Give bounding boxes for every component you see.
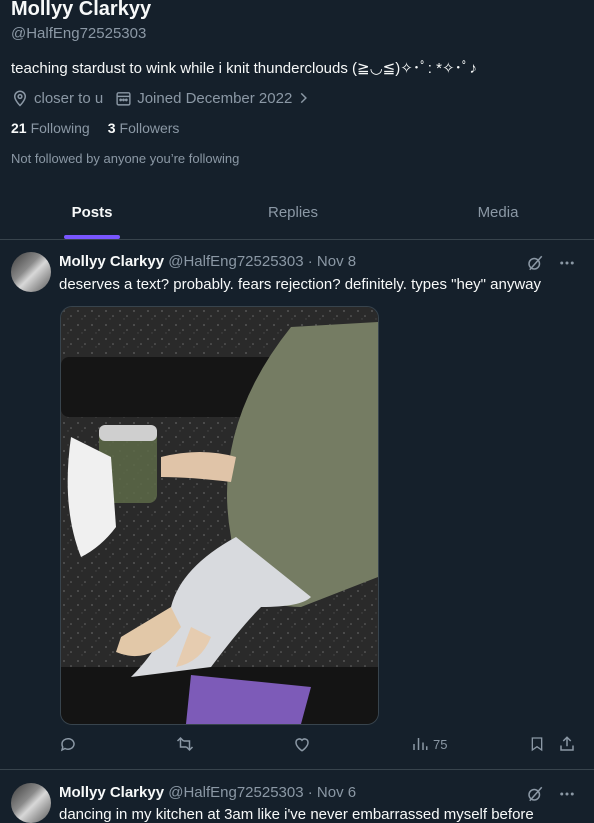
repost-button[interactable] <box>175 735 195 753</box>
more-icon[interactable] <box>558 254 576 272</box>
share-icon <box>560 736 574 751</box>
post-header: Mollyy Clarkyy @HalfEng72525303 · Nov 8 <box>59 253 356 270</box>
repost-icon <box>176 736 194 752</box>
views-icon <box>413 738 428 750</box>
following-count: 21 <box>11 120 27 136</box>
tab-posts[interactable]: Posts <box>0 186 184 239</box>
post-photo[interactable] <box>60 306 379 725</box>
avatar[interactable] <box>11 783 51 823</box>
post-handle-date[interactable]: @HalfEng72525303 · Nov 8 <box>168 253 356 270</box>
reply-button[interactable] <box>59 735 77 753</box>
share-button[interactable] <box>558 735 576 753</box>
following-link[interactable]: 21 Following <box>11 120 90 136</box>
joined-item[interactable]: Joined December 2022 <box>115 90 315 107</box>
profile-handle: @HalfEng72525303 <box>11 25 147 42</box>
gym-selfie-image <box>61 307 378 724</box>
like-button[interactable] <box>293 735 311 753</box>
tab-posts-label: Posts <box>71 204 113 221</box>
post-author-name[interactable]: Mollyy Clarkyy <box>59 253 164 270</box>
bookmark-icon <box>531 737 543 752</box>
profile-tabs: Posts Replies Media <box>0 186 594 240</box>
bookmark-button[interactable] <box>529 735 545 753</box>
post-divider <box>0 769 594 770</box>
like-icon <box>295 738 309 752</box>
tab-media-label: Media <box>477 204 519 221</box>
display-name: Mollyy Clarkyy <box>11 0 152 20</box>
grok-icon[interactable] <box>526 785 544 803</box>
tab-media[interactable]: Media <box>402 186 594 239</box>
profile-bio: teaching stardust to wink while i knit t… <box>11 60 478 77</box>
post-text: deserves a text? probably. fears rejecti… <box>59 276 542 293</box>
post-top-icons <box>526 785 576 803</box>
post-text: dancing in my kitchen at 3am like i've n… <box>59 806 534 823</box>
avatar[interactable] <box>11 252 51 292</box>
active-tab-indicator <box>64 235 120 239</box>
post-handle-date[interactable]: @HalfEng72525303 · Nov 6 <box>168 784 356 801</box>
followers-label: Followers <box>119 120 180 136</box>
post-top-icons <box>526 254 576 272</box>
tab-replies[interactable]: Replies <box>184 186 402 239</box>
post-author-name[interactable]: Mollyy Clarkyy <box>59 784 164 801</box>
chevron-right-icon <box>301 92 308 104</box>
tab-replies-label: Replies <box>267 204 319 221</box>
views-count: 75 <box>433 736 448 752</box>
reply-icon <box>60 737 75 752</box>
not-followed-text: Not followed by anyone you’re following <box>11 151 240 166</box>
location-icon <box>13 90 27 107</box>
profile-meta: closer to u Joined December 2022 <box>11 89 327 107</box>
views-button[interactable]: 75 <box>411 735 447 753</box>
joined-text: Joined December 2022 <box>137 89 293 107</box>
more-icon[interactable] <box>558 785 576 803</box>
following-label: Following <box>30 120 90 136</box>
post-actions: 75 <box>59 735 577 759</box>
location-text: closer to u <box>34 89 104 107</box>
calendar-icon <box>116 91 131 106</box>
grok-icon[interactable] <box>526 254 544 272</box>
post-header: Mollyy Clarkyy @HalfEng72525303 · Nov 6 <box>59 784 356 801</box>
follow-stats: 21 Following 3 Followers <box>11 120 197 136</box>
followers-link[interactable]: 3 Followers <box>108 120 180 136</box>
followers-count: 3 <box>107 120 116 136</box>
location-item: closer to u <box>11 89 103 107</box>
